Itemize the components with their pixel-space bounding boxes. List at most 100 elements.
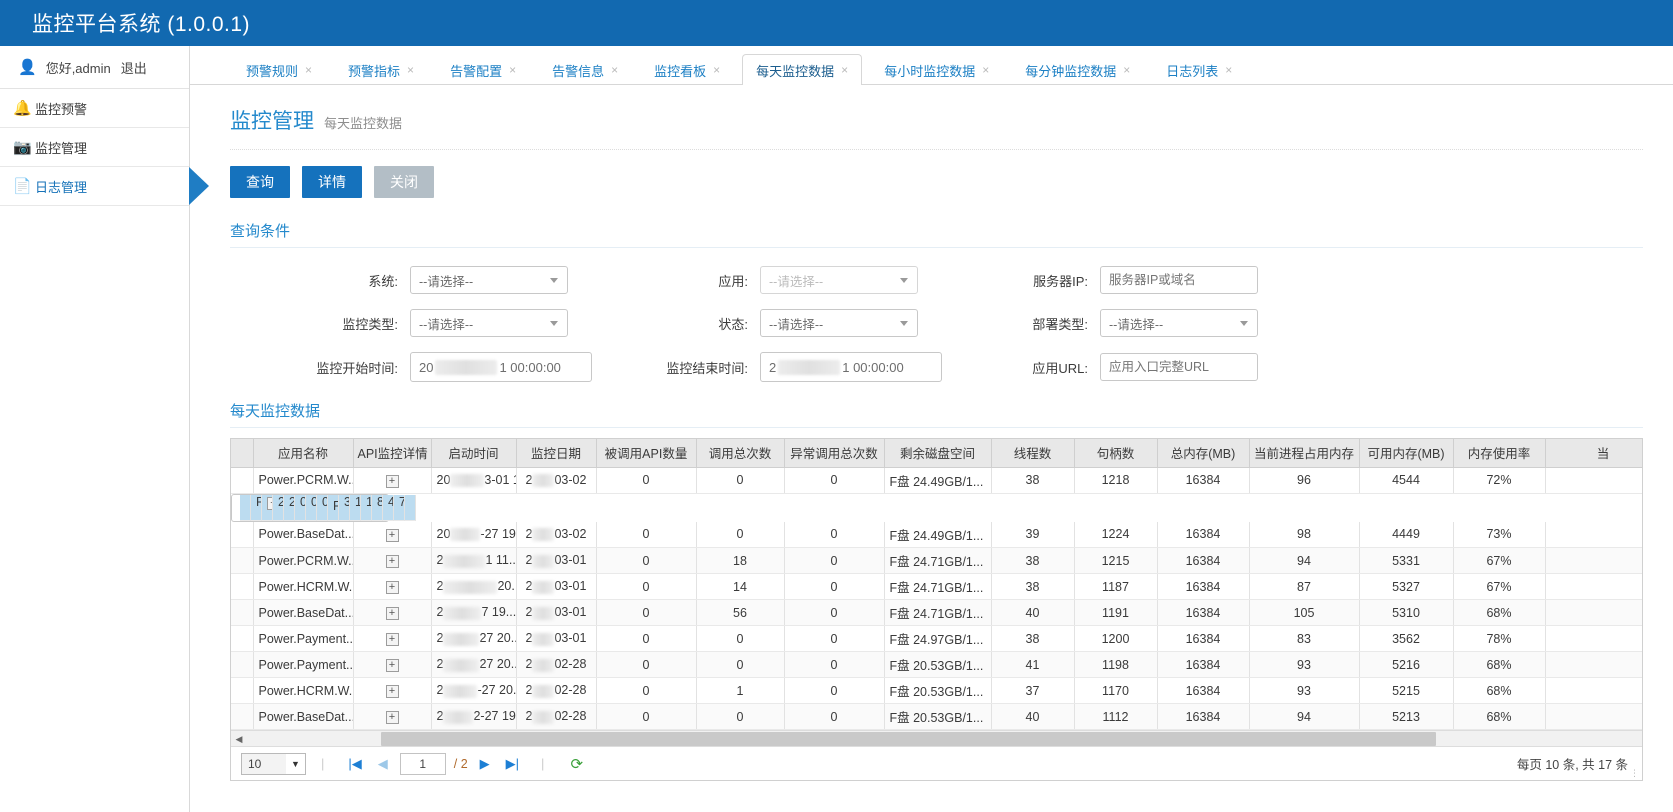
sidebar-item-monitor-alert[interactable]: 🔔 监控预警 [0, 89, 189, 128]
expand-icon[interactable]: + [386, 633, 399, 646]
close-icon[interactable]: × [509, 63, 516, 77]
table-row[interactable]: Power.HCRM.W...+20-01 20...203-02000F盘 2… [231, 494, 389, 522]
close-button[interactable]: 关闭 [374, 166, 434, 198]
col-total-memory[interactable]: 总内存(MB) [1157, 439, 1249, 467]
col-api-detail[interactable]: API监控详情 [353, 439, 431, 467]
col-start-time[interactable]: 启动时间 [431, 439, 516, 467]
col-error-calls[interactable]: 异常调用总次数 [784, 439, 884, 467]
cell-total-memory: 16384 [1157, 678, 1249, 704]
col-total-calls[interactable]: 调用总次数 [696, 439, 784, 467]
col-monitor-date[interactable]: 监控日期 [516, 439, 596, 467]
cell-disk-space: F盘 20.53GB/1... [884, 678, 991, 704]
cell-error-calls: 0 [784, 574, 884, 600]
col-disk-space[interactable]: 剩余磁盘空间 [884, 439, 991, 467]
close-icon[interactable]: × [982, 63, 989, 77]
tab-hourly-monitor-data[interactable]: 每小时监控数据 × [870, 54, 1003, 85]
logout-link[interactable]: 退出 [121, 58, 147, 77]
cell-monitor-date: 203-01 [516, 626, 596, 652]
scroll-left-icon[interactable]: ◀ [231, 732, 247, 746]
table-row[interactable]: Power.Payment...+227 20...202-28000F盘 20… [231, 652, 1642, 678]
tab-label: 每天监控数据 [756, 61, 834, 80]
chevron-down-icon [900, 321, 908, 326]
col-process-memory[interactable]: 当前进程占用内存 [1249, 439, 1359, 467]
expand-icon[interactable]: + [386, 475, 399, 488]
col-thread-count[interactable]: 线程数 [991, 439, 1074, 467]
page-size-select[interactable]: 10 ▼ [241, 753, 287, 775]
col-partial[interactable]: 当 [1545, 439, 1642, 467]
tab-monitor-dashboard[interactable]: 监控看板 × [640, 54, 734, 85]
close-icon[interactable]: × [611, 63, 618, 77]
col-handle-count[interactable]: 句柄数 [1074, 439, 1157, 467]
close-icon[interactable]: × [1225, 63, 1232, 77]
tab-alarm-config[interactable]: 告警配置 × [436, 54, 530, 85]
cell-disk-space: F盘 24.71GB/1... [884, 574, 991, 600]
expand-icon[interactable]: + [386, 555, 399, 568]
cell-total-memory: 16384 [1157, 704, 1249, 730]
scrollbar-thumb[interactable] [381, 732, 1436, 746]
close-icon[interactable]: × [841, 63, 848, 77]
table-row[interactable]: Power.PCRM.W...+203-01 11...203-02000F盘 … [231, 467, 1642, 493]
table-row[interactable]: Power.BaseDat...+27 19...203-010560F盘 24… [231, 600, 1642, 626]
sidebar-item-monitor-manage[interactable]: 📷 监控管理 [0, 128, 189, 167]
next-page-button[interactable]: ▶ [476, 756, 494, 772]
table-row[interactable]: Power.HCRM.W...+220...203-010140F盘 24.71… [231, 574, 1642, 600]
expand-icon[interactable]: + [386, 581, 399, 594]
cell-start-time: 227 20... [431, 652, 516, 678]
table-row[interactable]: Power.Payment...+227 20...203-01000F盘 24… [231, 626, 1642, 652]
close-icon[interactable]: × [1123, 63, 1130, 77]
col-memory-usage[interactable]: 内存使用率 [1453, 439, 1545, 467]
cell-thread-count: 37 [991, 678, 1074, 704]
table-row[interactable]: Power.HCRM.W...+2-27 20...202-28010F盘 20… [231, 678, 1642, 704]
deploy-type-select[interactable]: --请选择-- [1100, 309, 1258, 337]
table-row[interactable]: Power.BaseDat...+20-27 19...203-02000F盘 … [231, 522, 1642, 548]
expand-icon[interactable]: + [386, 685, 399, 698]
last-page-button[interactable]: ▶| [502, 756, 523, 772]
start-time-input[interactable]: 20 1 00:00:00 [410, 352, 592, 382]
cell-total-memory: 16384 [1157, 548, 1249, 574]
app-url-input[interactable] [1100, 353, 1258, 381]
server-ip-input[interactable] [1100, 266, 1258, 294]
query-button[interactable]: 查询 [230, 166, 290, 198]
col-called-api-count[interactable]: 被调用API数量 [596, 439, 696, 467]
expand-icon[interactable]: + [386, 711, 399, 724]
cell-api-detail: + [353, 678, 431, 704]
cell-start-time: 21 11... [431, 548, 516, 574]
page-number-input[interactable]: 1 [400, 753, 446, 775]
redaction-block [450, 474, 484, 487]
tab-warning-rules[interactable]: 预警规则 × [232, 54, 326, 85]
expand-icon[interactable]: + [386, 529, 399, 542]
table-row[interactable]: Power.PCRM.W...+21 11...203-010180F盘 24.… [231, 548, 1642, 574]
end-time-input[interactable]: 2 1 00:00:00 [760, 352, 942, 382]
refresh-icon[interactable]: ⟳ [570, 755, 583, 773]
close-icon[interactable]: × [713, 63, 720, 77]
close-icon[interactable]: × [305, 63, 312, 77]
tab-daily-monitor-data[interactable]: 每天监控数据 × [742, 54, 862, 85]
detail-button[interactable]: 详情 [302, 166, 362, 198]
first-page-button[interactable]: |◀ [344, 756, 365, 772]
expand-icon[interactable]: + [386, 659, 399, 672]
cell-process-memory: 86 [372, 495, 383, 521]
table-row[interactable]: Power.BaseDat...+22-27 19...202-28000F盘 … [231, 704, 1642, 730]
tab-minute-monitor-data[interactable]: 每分钟监控数据 × [1011, 54, 1144, 85]
monitor-type-select[interactable]: --请选择-- [410, 309, 568, 337]
cell-api-detail: + [353, 704, 431, 730]
status-select[interactable]: --请选择-- [760, 309, 918, 337]
chevron-down-icon[interactable]: ▼ [286, 753, 306, 775]
col-available-memory[interactable]: 可用内存(MB) [1359, 439, 1453, 467]
app-select[interactable]: --请选择-- [760, 266, 918, 294]
prev-page-button[interactable]: ◀ [374, 756, 392, 772]
horizontal-scrollbar[interactable]: ◀ [231, 730, 1642, 746]
expand-icon[interactable]: + [386, 607, 399, 620]
tab-alarm-info[interactable]: 告警信息 × [538, 54, 632, 85]
cell-process-memory: 96 [1249, 467, 1359, 493]
cell-total-calls: 18 [696, 548, 784, 574]
close-icon[interactable]: × [407, 63, 414, 77]
tab-log-list[interactable]: 日志列表 × [1152, 54, 1246, 85]
resize-grip-icon[interactable]: ⋮ [1630, 769, 1640, 779]
cell-start-time: 2-27 20... [431, 678, 516, 704]
system-select[interactable]: --请选择-- [410, 266, 568, 294]
cell-total-memory: 16384 [361, 495, 372, 521]
tab-warning-metrics[interactable]: 预警指标 × [334, 54, 428, 85]
col-app-name[interactable]: 应用名称 [253, 439, 353, 467]
sidebar-item-log-manage[interactable]: 📄 日志管理 [0, 167, 189, 206]
